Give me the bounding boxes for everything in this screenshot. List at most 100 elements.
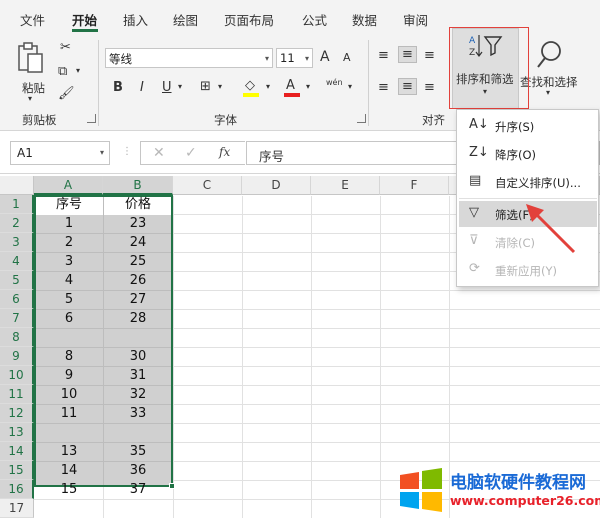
cell-b15[interactable]: 36: [104, 461, 172, 480]
cell-a6[interactable]: 5: [35, 290, 103, 309]
cell-b1[interactable]: 价格: [104, 195, 172, 214]
chevron-down-icon[interactable]: ▾: [76, 66, 80, 75]
column-header-b[interactable]: B: [103, 176, 173, 195]
cell-a5[interactable]: 4: [35, 271, 103, 290]
cell-a3[interactable]: 2: [35, 233, 103, 252]
column-header-c[interactable]: C: [173, 176, 242, 195]
chevron-down-icon[interactable]: ▾: [266, 82, 270, 91]
cell-b11[interactable]: 32: [104, 385, 172, 404]
align-left-icon[interactable]: ≡: [378, 80, 389, 95]
copy-icon[interactable]: ⧉: [58, 64, 67, 79]
tab-draw[interactable]: 绘图: [173, 10, 198, 29]
name-box[interactable]: A1 ▾: [10, 141, 110, 165]
cell-a11[interactable]: 10: [35, 385, 103, 404]
italic-button[interactable]: I: [140, 80, 144, 95]
find-select-button[interactable]: 查找和选择 ▾: [518, 34, 580, 104]
tab-file[interactable]: 文件: [20, 10, 45, 29]
tab-page-layout[interactable]: 页面布局: [224, 10, 274, 29]
cell-a8[interactable]: [35, 328, 103, 347]
cell-b14[interactable]: 35: [104, 442, 172, 461]
row-header[interactable]: 14: [0, 442, 34, 461]
clipboard-launcher-icon[interactable]: [87, 114, 96, 123]
cell-b8[interactable]: [104, 328, 172, 347]
row-header[interactable]: 3: [0, 233, 34, 252]
align-right-icon[interactable]: ≡: [424, 80, 435, 95]
cell-a2[interactable]: 1: [35, 214, 103, 233]
align-center-icon[interactable]: ≡: [398, 78, 417, 95]
menu-item-sort-descending[interactable]: Z↓ 降序(O): [459, 141, 597, 167]
underline-button[interactable]: U: [162, 80, 172, 95]
font-color-button[interactable]: A: [284, 78, 304, 98]
cell-b2[interactable]: 23: [104, 214, 172, 233]
column-header-f[interactable]: F: [380, 176, 449, 195]
cell-a12[interactable]: 11: [35, 404, 103, 423]
grow-font-icon[interactable]: A: [320, 49, 330, 65]
cell-b16[interactable]: 37: [104, 480, 172, 499]
tab-data[interactable]: 数据: [352, 10, 377, 29]
row-header[interactable]: 13: [0, 423, 34, 442]
row-header[interactable]: 5: [0, 271, 34, 290]
row-header[interactable]: 15: [0, 461, 34, 480]
select-all-corner[interactable]: [0, 176, 34, 195]
menu-item-custom-sort[interactable]: ▤ 自定义排序(U)...: [459, 169, 597, 195]
cell-b3[interactable]: 24: [104, 233, 172, 252]
format-painter-icon[interactable]: 🖌: [58, 86, 75, 101]
chevron-down-icon[interactable]: ▾: [218, 82, 222, 91]
phonetic-icon[interactable]: wén: [326, 78, 343, 87]
row-header[interactable]: 10: [0, 366, 34, 385]
cell-b5[interactable]: 26: [104, 271, 172, 290]
cell-a4[interactable]: 3: [35, 252, 103, 271]
row-header[interactable]: 7: [0, 309, 34, 328]
cell-a10[interactable]: 9: [35, 366, 103, 385]
row-header[interactable]: 11: [0, 385, 34, 404]
row-header[interactable]: 1: [0, 195, 34, 214]
chevron-down-icon[interactable]: ▾: [178, 82, 182, 91]
cell-b10[interactable]: 31: [104, 366, 172, 385]
cell-a14[interactable]: 13: [35, 442, 103, 461]
cell-a16[interactable]: 15: [35, 480, 103, 499]
paste-button[interactable]: 粘贴 ▾: [14, 42, 48, 103]
align-bottom-icon[interactable]: ≡: [424, 48, 435, 63]
cell-a9[interactable]: 8: [35, 347, 103, 366]
fill-color-button[interactable]: ◇: [243, 78, 263, 98]
row-header[interactable]: 16: [0, 480, 34, 499]
bold-button[interactable]: B: [113, 80, 123, 95]
menu-item-sort-ascending[interactable]: A↓ 升序(S): [459, 113, 597, 139]
cell-b13[interactable]: [104, 423, 172, 442]
cell-b7[interactable]: 28: [104, 309, 172, 328]
cancel-icon[interactable]: ✕: [153, 145, 165, 161]
row-header[interactable]: 9: [0, 347, 34, 366]
row-header[interactable]: 8: [0, 328, 34, 347]
chevron-down-icon[interactable]: ▾: [306, 82, 310, 91]
sort-filter-button[interactable]: A Z 排序和筛选 ▾: [452, 28, 519, 109]
font-name-select[interactable]: 等线 ▾: [105, 48, 273, 68]
row-header[interactable]: 17: [0, 499, 34, 518]
font-launcher-icon[interactable]: [357, 114, 366, 123]
row-header[interactable]: 12: [0, 404, 34, 423]
tab-home[interactable]: 开始: [72, 10, 97, 29]
column-header-a[interactable]: A: [34, 176, 103, 195]
tab-insert[interactable]: 插入: [123, 10, 148, 29]
font-size-select[interactable]: 11 ▾: [276, 48, 313, 68]
cell-a13[interactable]: [35, 423, 103, 442]
cell-b4[interactable]: 25: [104, 252, 172, 271]
row-header[interactable]: 4: [0, 252, 34, 271]
column-header-e[interactable]: E: [311, 176, 380, 195]
column-header-d[interactable]: D: [242, 176, 311, 195]
cell-a15[interactable]: 14: [35, 461, 103, 480]
row-header[interactable]: 6: [0, 290, 34, 309]
insert-function-icon[interactable]: fx: [219, 145, 230, 159]
cell-b12[interactable]: 33: [104, 404, 172, 423]
align-top-icon[interactable]: ≡: [378, 48, 389, 63]
cell-a7[interactable]: 6: [35, 309, 103, 328]
align-middle-icon[interactable]: ≡: [398, 46, 417, 63]
tab-review[interactable]: 审阅: [403, 10, 428, 29]
shrink-font-icon[interactable]: A: [343, 51, 351, 64]
cut-icon[interactable]: ✂: [60, 40, 71, 55]
cell-b9[interactable]: 30: [104, 347, 172, 366]
chevron-down-icon[interactable]: ▾: [348, 82, 352, 91]
cell-b6[interactable]: 27: [104, 290, 172, 309]
confirm-icon[interactable]: ✓: [185, 145, 197, 161]
row-header[interactable]: 2: [0, 214, 34, 233]
cell-a1[interactable]: 序号: [35, 195, 103, 214]
